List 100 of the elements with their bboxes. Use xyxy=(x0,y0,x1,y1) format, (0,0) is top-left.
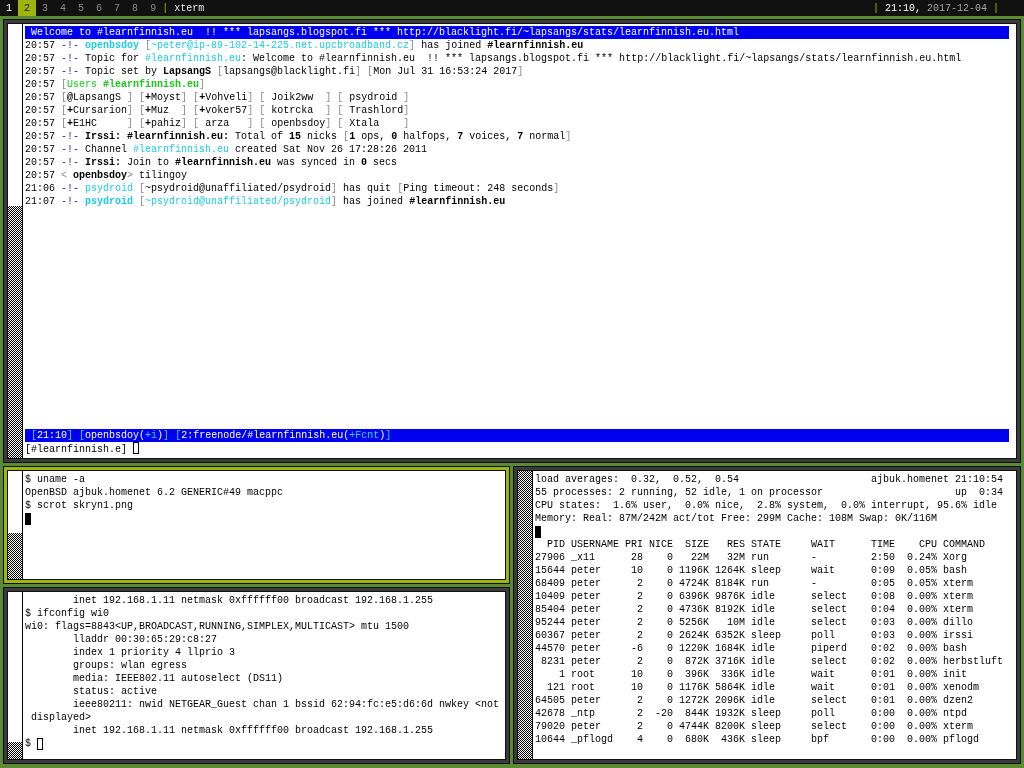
table-cell: select xyxy=(811,603,847,616)
table-cell: xterm xyxy=(943,720,973,733)
table-cell: idle xyxy=(751,694,775,707)
workspace-tab[interactable]: 4 xyxy=(54,0,73,16)
table-cell: _x11 xyxy=(571,551,595,564)
scrollbar-thumb[interactable] xyxy=(8,742,22,759)
table-cell: sleep xyxy=(751,720,781,733)
table-cell: pflogd xyxy=(943,733,979,746)
table-cell: 85404 xyxy=(535,603,565,616)
chat-line: 20:57 [Users #learnfinnish.eu] xyxy=(25,78,206,91)
terminal-line: groups: wlan egress xyxy=(73,659,188,672)
table-cell: 0.24% xyxy=(907,551,937,564)
workspace-tab[interactable]: 2 xyxy=(18,0,37,16)
input-field[interactable]: [#learnfinnish.e] xyxy=(25,442,140,455)
status-item: [2:freenode/#learnfinnish.eu(+Fcnt)] xyxy=(175,429,392,442)
table-cell: select xyxy=(811,694,847,707)
table-cell: 0:02 xyxy=(871,642,895,655)
table-cell: -20 xyxy=(655,707,673,720)
workspace-tab[interactable]: 3 xyxy=(36,0,55,16)
table-cell: 680K xyxy=(685,733,709,746)
table-cell: 0:08 xyxy=(871,590,895,603)
table-cell: 79020 xyxy=(535,720,565,733)
column-header: NICE xyxy=(649,538,673,551)
workspace-tab[interactable]: 6 xyxy=(90,0,109,16)
workspace-tab[interactable]: 1 xyxy=(0,0,18,16)
column-header: WAIT xyxy=(811,538,835,551)
table-cell: 10M xyxy=(727,616,745,629)
table-cell: 0:01 xyxy=(871,681,895,694)
table-cell: 2 xyxy=(637,603,643,616)
table-cell: 0.00% xyxy=(907,590,937,603)
table-cell: 121 xyxy=(547,681,565,694)
table-cell: idle xyxy=(751,681,775,694)
table-cell: peter xyxy=(571,629,601,642)
workspace-tab[interactable]: 8 xyxy=(126,0,145,16)
scrollbar-thumb[interactable] xyxy=(518,471,532,759)
table-cell: 2 xyxy=(637,694,643,707)
table-cell: 8192K xyxy=(715,603,745,616)
table-cell: 10 xyxy=(631,564,643,577)
table-cell: 8200K xyxy=(715,720,745,733)
table-cell: 27906 xyxy=(535,551,565,564)
table-cell: sleep xyxy=(751,733,781,746)
terminal-line: $ ifconfig wi0 xyxy=(25,607,109,620)
table-cell: 396K xyxy=(685,668,709,681)
table-cell: 0:02 xyxy=(871,655,895,668)
table-cell: wait xyxy=(811,564,835,577)
workspace-tab[interactable]: 7 xyxy=(108,0,127,16)
table-cell: 844K xyxy=(685,707,709,720)
table-cell: _ntp xyxy=(571,707,595,720)
summary-text: Memory: Real: 87M/242M act/tot Free: 299M Cache: 108M Swap: 0K/116M xyxy=(535,512,938,525)
table-cell: herbstluft xyxy=(943,655,1003,668)
table-cell: idle xyxy=(751,655,775,668)
column-header: USERNAME xyxy=(571,538,619,551)
table-cell: _pflogd xyxy=(571,733,613,746)
table-cell: 0 xyxy=(667,720,673,733)
table-cell: 0:09 xyxy=(871,564,895,577)
table-cell: select xyxy=(811,720,847,733)
column-header: COMMAND xyxy=(943,538,985,551)
table-cell: 0.00% xyxy=(907,733,937,746)
terminal-line: wi0: flags=8843<UP,BROADCAST,RUNNING,SIMPLEX,MULTICAST> mtu 1500 xyxy=(25,620,410,633)
terminal-line: ieee80211: nwid NETGEAR_Guest chan 1 bssid 62:94:fc:e5:d6:6d nwkey <not xyxy=(73,698,500,711)
table-cell: peter xyxy=(571,590,601,603)
table-cell: 2:50 xyxy=(871,551,895,564)
scrollbar-thumb[interactable] xyxy=(8,206,22,458)
status-item: [21:10] xyxy=(31,429,74,442)
status-item: [openbsdoy(+i)] xyxy=(79,429,170,442)
table-cell: 0.00% xyxy=(907,668,937,681)
table-cell: xterm xyxy=(943,577,973,590)
table-cell: 0 xyxy=(667,616,673,629)
terminal-line: $ scrot skryn1.png xyxy=(25,499,134,512)
table-cell: dillo xyxy=(943,616,973,629)
table-cell: root xyxy=(571,681,595,694)
table-cell: 1932K xyxy=(715,707,745,720)
table-cell: 8184K xyxy=(715,577,745,590)
table-cell: wait xyxy=(811,681,835,694)
table-cell: 0 xyxy=(667,655,673,668)
table-cell: select xyxy=(811,590,847,603)
table-cell: 68409 xyxy=(535,577,565,590)
table-cell: 0 xyxy=(667,564,673,577)
table-cell: select xyxy=(811,616,847,629)
bar-divider: | xyxy=(993,1,999,15)
table-cell: 0 xyxy=(667,603,673,616)
table-cell: 0 xyxy=(667,733,673,746)
column-header: TIME xyxy=(871,538,895,551)
table-cell: sleep xyxy=(751,629,781,642)
chat-line: 20:57 -!- Irssi: Join to #learnfinnish.eu was synced in 0 secs xyxy=(25,156,398,169)
summary-text: load averages: 0.32, 0.52, 0.54 xyxy=(535,473,740,486)
workspace-tab[interactable]: 5 xyxy=(72,0,91,16)
table-cell: - xyxy=(811,551,817,564)
terminal-line: media: IEEE802.11 autoselect (DS11) xyxy=(73,672,284,685)
scrollbar-thumb[interactable] xyxy=(8,532,22,579)
table-cell: 436K xyxy=(721,733,745,746)
table-cell: 0 xyxy=(667,681,673,694)
table-cell: 5256K xyxy=(679,616,709,629)
workspace-tab[interactable]: 9 xyxy=(144,0,163,16)
table-cell: 1272K xyxy=(679,694,709,707)
table-cell: 0:01 xyxy=(871,668,895,681)
column-header: RES xyxy=(727,538,745,551)
table-cell: 1684K xyxy=(715,642,745,655)
column-header: PRI xyxy=(625,538,643,551)
table-cell: poll xyxy=(811,629,835,642)
